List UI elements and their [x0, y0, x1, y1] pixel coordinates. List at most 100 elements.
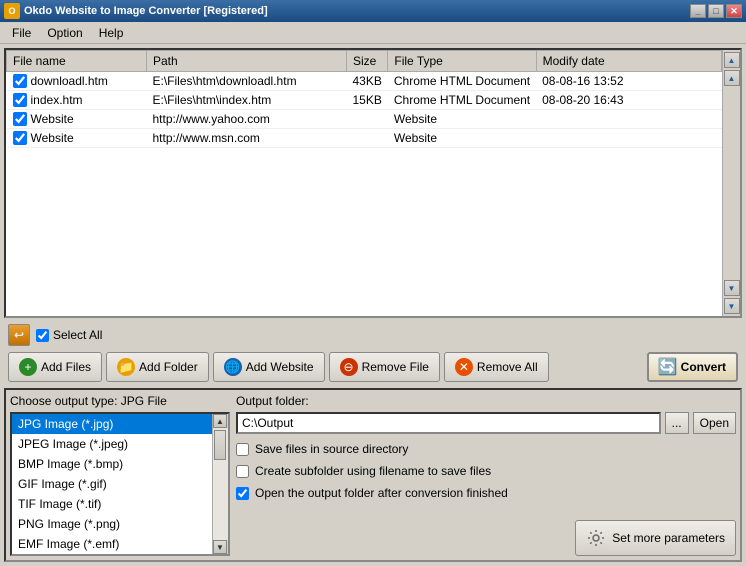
- output-folder-label: Output folder:: [236, 394, 736, 408]
- col-modified: Modify date: [536, 51, 721, 72]
- browse-button[interactable]: ...: [665, 412, 689, 434]
- path-3: http://www.msn.com: [147, 129, 347, 148]
- remove-file-button[interactable]: ⊖ Remove File: [329, 352, 440, 382]
- filename-3: Website: [31, 131, 74, 145]
- save-in-source-label: Save files in source directory: [255, 442, 408, 456]
- output-type-label: Choose output type: JPG File: [10, 394, 230, 408]
- col-filetype: File Type: [388, 51, 536, 72]
- menu-option[interactable]: Option: [39, 24, 90, 42]
- row-checkbox-3[interactable]: [13, 131, 27, 145]
- table-row[interactable]: index.htm E:\Files\htm\index.htm 15KB Ch…: [7, 91, 722, 110]
- add-website-icon: 🌐: [224, 358, 242, 376]
- list-item[interactable]: GIF Image (*.gif): [12, 474, 212, 494]
- filename-1: index.htm: [31, 93, 83, 107]
- output-options-section: Output folder: ... Open Save files in so…: [236, 394, 736, 556]
- convert-icon: 🔄: [659, 358, 677, 376]
- add-files-icon: +: [19, 358, 37, 376]
- output-type-list-container: JPG Image (*.jpg) JPEG Image (*.jpeg) BM…: [10, 412, 230, 556]
- scroll-bottom-bottom[interactable]: ▼: [724, 298, 740, 314]
- main-content: File name Path Size File Type Modify dat…: [0, 44, 746, 566]
- output-type-scrollbar: ▲ ▼: [212, 414, 228, 554]
- output-folder-input-row: ... Open: [236, 412, 736, 434]
- list-scroll-down[interactable]: ▼: [213, 540, 227, 554]
- create-subfolder-label: Create subfolder using filename to save …: [255, 464, 491, 478]
- minimize-button[interactable]: _: [690, 4, 706, 18]
- list-item[interactable]: TIF Image (*.tif): [12, 494, 212, 514]
- scroll-top-top[interactable]: ▲: [724, 52, 740, 68]
- list-scroll-up[interactable]: ▲: [213, 414, 227, 428]
- remove-all-icon: ✕: [455, 358, 473, 376]
- output-type-list: JPG Image (*.jpg) JPEG Image (*.jpeg) BM…: [12, 414, 212, 554]
- size-0: 43KB: [347, 72, 388, 91]
- add-folder-icon: 📁: [117, 358, 135, 376]
- remove-all-button[interactable]: ✕ Remove All: [444, 352, 549, 382]
- modified-0: 08-08-16 13:52: [536, 72, 721, 91]
- app-icon: O: [4, 3, 20, 19]
- list-item[interactable]: EMF Image (*.emf): [12, 534, 212, 554]
- add-website-button[interactable]: 🌐 Add Website: [213, 352, 325, 382]
- file-table: File name Path Size File Type Modify dat…: [6, 50, 722, 148]
- table-row[interactable]: Website http://www.yahoo.com Website: [7, 110, 722, 129]
- table-row[interactable]: Website http://www.msn.com Website: [7, 129, 722, 148]
- back-button[interactable]: ↩: [8, 324, 30, 346]
- row-checkbox-2[interactable]: [13, 112, 27, 126]
- size-1: 15KB: [347, 91, 388, 110]
- list-item[interactable]: JPEG Image (*.jpeg): [12, 434, 212, 454]
- col-path: Path: [147, 51, 347, 72]
- modified-1: 08-08-20 16:43: [536, 91, 721, 110]
- toolbar: + Add Files 📁 Add Folder 🌐 Add Website ⊖…: [4, 352, 742, 384]
- row-checkbox-1[interactable]: [13, 93, 27, 107]
- open-after-row: Open the output folder after conversion …: [236, 486, 736, 500]
- path-1: E:\Files\htm\index.htm: [147, 91, 347, 110]
- menu-file[interactable]: File: [4, 24, 39, 42]
- col-filename: File name: [7, 51, 147, 72]
- file-list-scrollbar: ▲ ▲ ▼ ▼: [722, 50, 740, 316]
- remove-file-icon: ⊖: [340, 358, 358, 376]
- type-3: Website: [388, 129, 536, 148]
- col-size: Size: [347, 51, 388, 72]
- select-all-check[interactable]: Select All: [36, 328, 102, 342]
- menu-help[interactable]: Help: [91, 24, 132, 42]
- list-item[interactable]: BMP Image (*.bmp): [12, 454, 212, 474]
- output-folder-input[interactable]: [236, 412, 661, 434]
- save-in-source-row: Save files in source directory: [236, 442, 736, 456]
- path-2: http://www.yahoo.com: [147, 110, 347, 129]
- window-title: Okdo Website to Image Converter [Registe…: [24, 5, 268, 17]
- type-1: Chrome HTML Document: [388, 91, 536, 110]
- add-folder-button[interactable]: 📁 Add Folder: [106, 352, 209, 382]
- list-item[interactable]: JPG Image (*.jpg): [12, 414, 212, 434]
- add-files-button[interactable]: + Add Files: [8, 352, 102, 382]
- select-all-checkbox[interactable]: [36, 329, 49, 342]
- modified-2: [536, 110, 721, 129]
- set-params-label: Set more parameters: [612, 531, 725, 545]
- scroll-thumb[interactable]: [214, 430, 226, 460]
- close-button[interactable]: ✕: [726, 4, 742, 18]
- type-0: Chrome HTML Document: [388, 72, 536, 91]
- filename-2: Website: [31, 112, 74, 126]
- scroll-track: [213, 428, 228, 540]
- scroll-top-bottom[interactable]: ▲: [724, 70, 740, 86]
- modified-3: [536, 129, 721, 148]
- maximize-button[interactable]: □: [708, 4, 724, 18]
- create-subfolder-row: Create subfolder using filename to save …: [236, 464, 736, 478]
- size-2: [347, 110, 388, 129]
- convert-button[interactable]: 🔄 Convert: [647, 352, 738, 382]
- menu-bar: File Option Help: [0, 22, 746, 44]
- create-subfolder-checkbox[interactable]: [236, 465, 249, 478]
- set-params-button[interactable]: Set more parameters: [575, 520, 736, 556]
- scroll-bottom-top[interactable]: ▼: [724, 280, 740, 296]
- save-in-source-checkbox[interactable]: [236, 443, 249, 456]
- select-all-row: ↩ Select All: [4, 322, 742, 348]
- open-after-label: Open the output folder after conversion …: [255, 486, 508, 500]
- output-type-section: Choose output type: JPG File JPG Image (…: [10, 394, 230, 556]
- gear-icon: [586, 528, 606, 548]
- open-button[interactable]: Open: [693, 412, 736, 434]
- table-row[interactable]: downloadl.htm E:\Files\htm\downloadl.htm…: [7, 72, 722, 91]
- select-all-label: Select All: [53, 328, 102, 342]
- row-checkbox-0[interactable]: [13, 74, 27, 88]
- list-item[interactable]: PNG Image (*.png): [12, 514, 212, 534]
- type-2: Website: [388, 110, 536, 129]
- title-bar-controls: _ □ ✕: [690, 4, 742, 18]
- open-after-checkbox[interactable]: [236, 487, 249, 500]
- file-list-container: File name Path Size File Type Modify dat…: [4, 48, 742, 318]
